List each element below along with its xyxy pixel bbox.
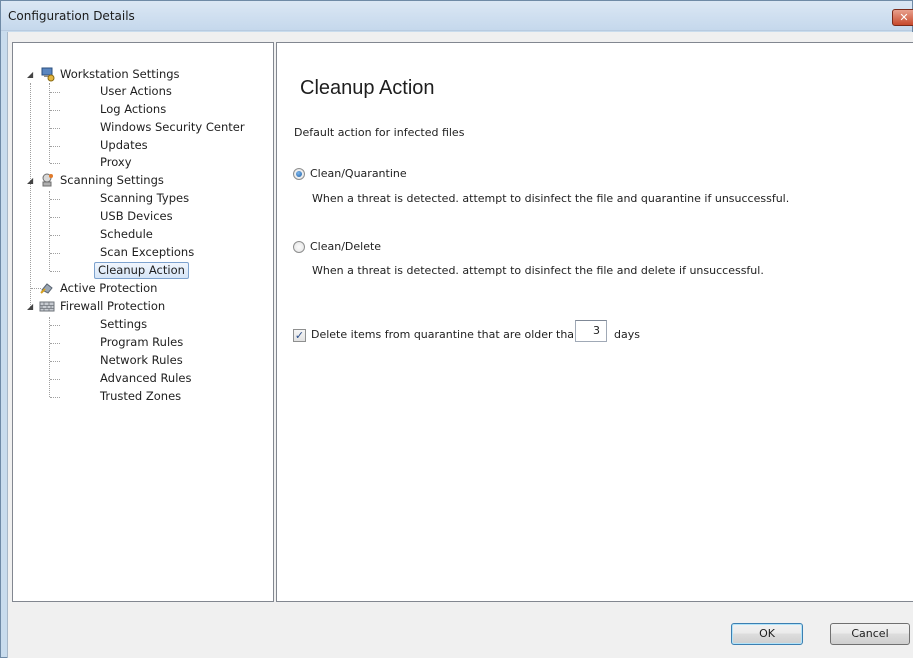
- tree-branch: [50, 217, 60, 218]
- clean-delete-label[interactable]: Clean/Delete: [310, 239, 381, 255]
- tree-guide-line: [49, 317, 50, 397]
- tree-branch: [50, 163, 60, 164]
- tree-item-label: Trusted Zones: [100, 389, 182, 403]
- tree-guide-line: [30, 83, 31, 309]
- tree-item-label: Advanced Rules: [100, 371, 192, 385]
- tree-item-label: Scan Exceptions: [100, 245, 195, 259]
- collapse-arrow-icon[interactable]: ◢: [27, 66, 36, 83]
- collapse-arrow-icon[interactable]: ◢: [27, 172, 36, 189]
- title-bar[interactable]: Configuration Details ✕: [1, 1, 913, 31]
- page-title: Cleanup Action: [300, 77, 435, 99]
- tree-item-label: Schedule: [100, 227, 153, 241]
- tree-branch: [50, 146, 60, 147]
- tree-item-label: Settings: [100, 317, 148, 331]
- tree-branch: [50, 128, 60, 129]
- tree-item-label: Program Rules: [100, 335, 184, 349]
- tree-branch: [50, 271, 60, 272]
- settings-content-pane: Cleanup Action Default action for infect…: [276, 42, 913, 602]
- tree-branch: [50, 253, 60, 254]
- clean-quarantine-description: When a threat is detected. attempt to di…: [312, 192, 790, 205]
- tree-branch: [50, 325, 60, 326]
- scanning-icon: [39, 172, 55, 188]
- tree-group-label: Firewall Protection: [60, 299, 166, 313]
- tree-group-label: Active Protection: [60, 281, 158, 295]
- clean-quarantine-label[interactable]: Clean/Quarantine: [310, 166, 407, 182]
- delete-quarantine-label[interactable]: Delete items from quarantine that are ol…: [311, 325, 581, 345]
- quarantine-days-input[interactable]: 3: [575, 320, 607, 342]
- delete-quarantine-checkbox[interactable]: ✓: [293, 329, 306, 342]
- workstation-icon: [39, 66, 55, 82]
- tree-item-label: Proxy: [100, 155, 132, 169]
- configuration-window: Configuration Details ✕ ◢ Workstation Se…: [0, 0, 913, 658]
- tree-item-label: Windows Security Center: [100, 120, 245, 134]
- tree-guide-line: [49, 83, 50, 163]
- clean-quarantine-radio[interactable]: [293, 168, 305, 180]
- tree-guide-line: [49, 191, 50, 271]
- firewall-icon: [39, 298, 55, 314]
- tree-item-label: Scanning Types: [100, 191, 190, 205]
- close-button[interactable]: ✕: [892, 9, 913, 26]
- settings-tree-pane[interactable]: ◢ Workstation Settings User Actions Log …: [12, 42, 274, 602]
- tree-item-label-selected: Cleanup Action: [94, 262, 189, 279]
- settings-tree: ◢ Workstation Settings User Actions Log …: [13, 43, 273, 601]
- tree-item-label: USB Devices: [100, 209, 173, 223]
- tree-group-label: Scanning Settings: [60, 173, 164, 187]
- active-protection-icon: [39, 280, 55, 296]
- tree-item-label: Network Rules: [100, 353, 183, 367]
- tree-branch: [50, 110, 60, 111]
- clean-delete-description: When a threat is detected. attempt to di…: [312, 264, 764, 277]
- clean-delete-radio[interactable]: [293, 241, 305, 253]
- tree-group-label: Workstation Settings: [60, 67, 180, 81]
- client-area: ◢ Workstation Settings User Actions Log …: [7, 32, 913, 658]
- tree-branch: [50, 379, 60, 380]
- cancel-button[interactable]: Cancel: [830, 623, 910, 645]
- tree-branch: [50, 199, 60, 200]
- tree-branch: [50, 361, 60, 362]
- tree-branch: [50, 92, 60, 93]
- tree-branch: [50, 235, 60, 236]
- section-subtitle: Default action for infected files: [294, 126, 465, 139]
- tree-branch: [50, 397, 60, 398]
- window-title: Configuration Details: [8, 9, 135, 23]
- tree-item-label: User Actions: [100, 84, 172, 98]
- days-unit-label: days: [614, 328, 640, 341]
- tree-item-label: Log Actions: [100, 102, 167, 116]
- tree-branch: [50, 343, 60, 344]
- tree-item-label: Updates: [100, 138, 148, 152]
- collapse-arrow-icon[interactable]: ◢: [27, 298, 36, 315]
- ok-button[interactable]: OK: [731, 623, 803, 645]
